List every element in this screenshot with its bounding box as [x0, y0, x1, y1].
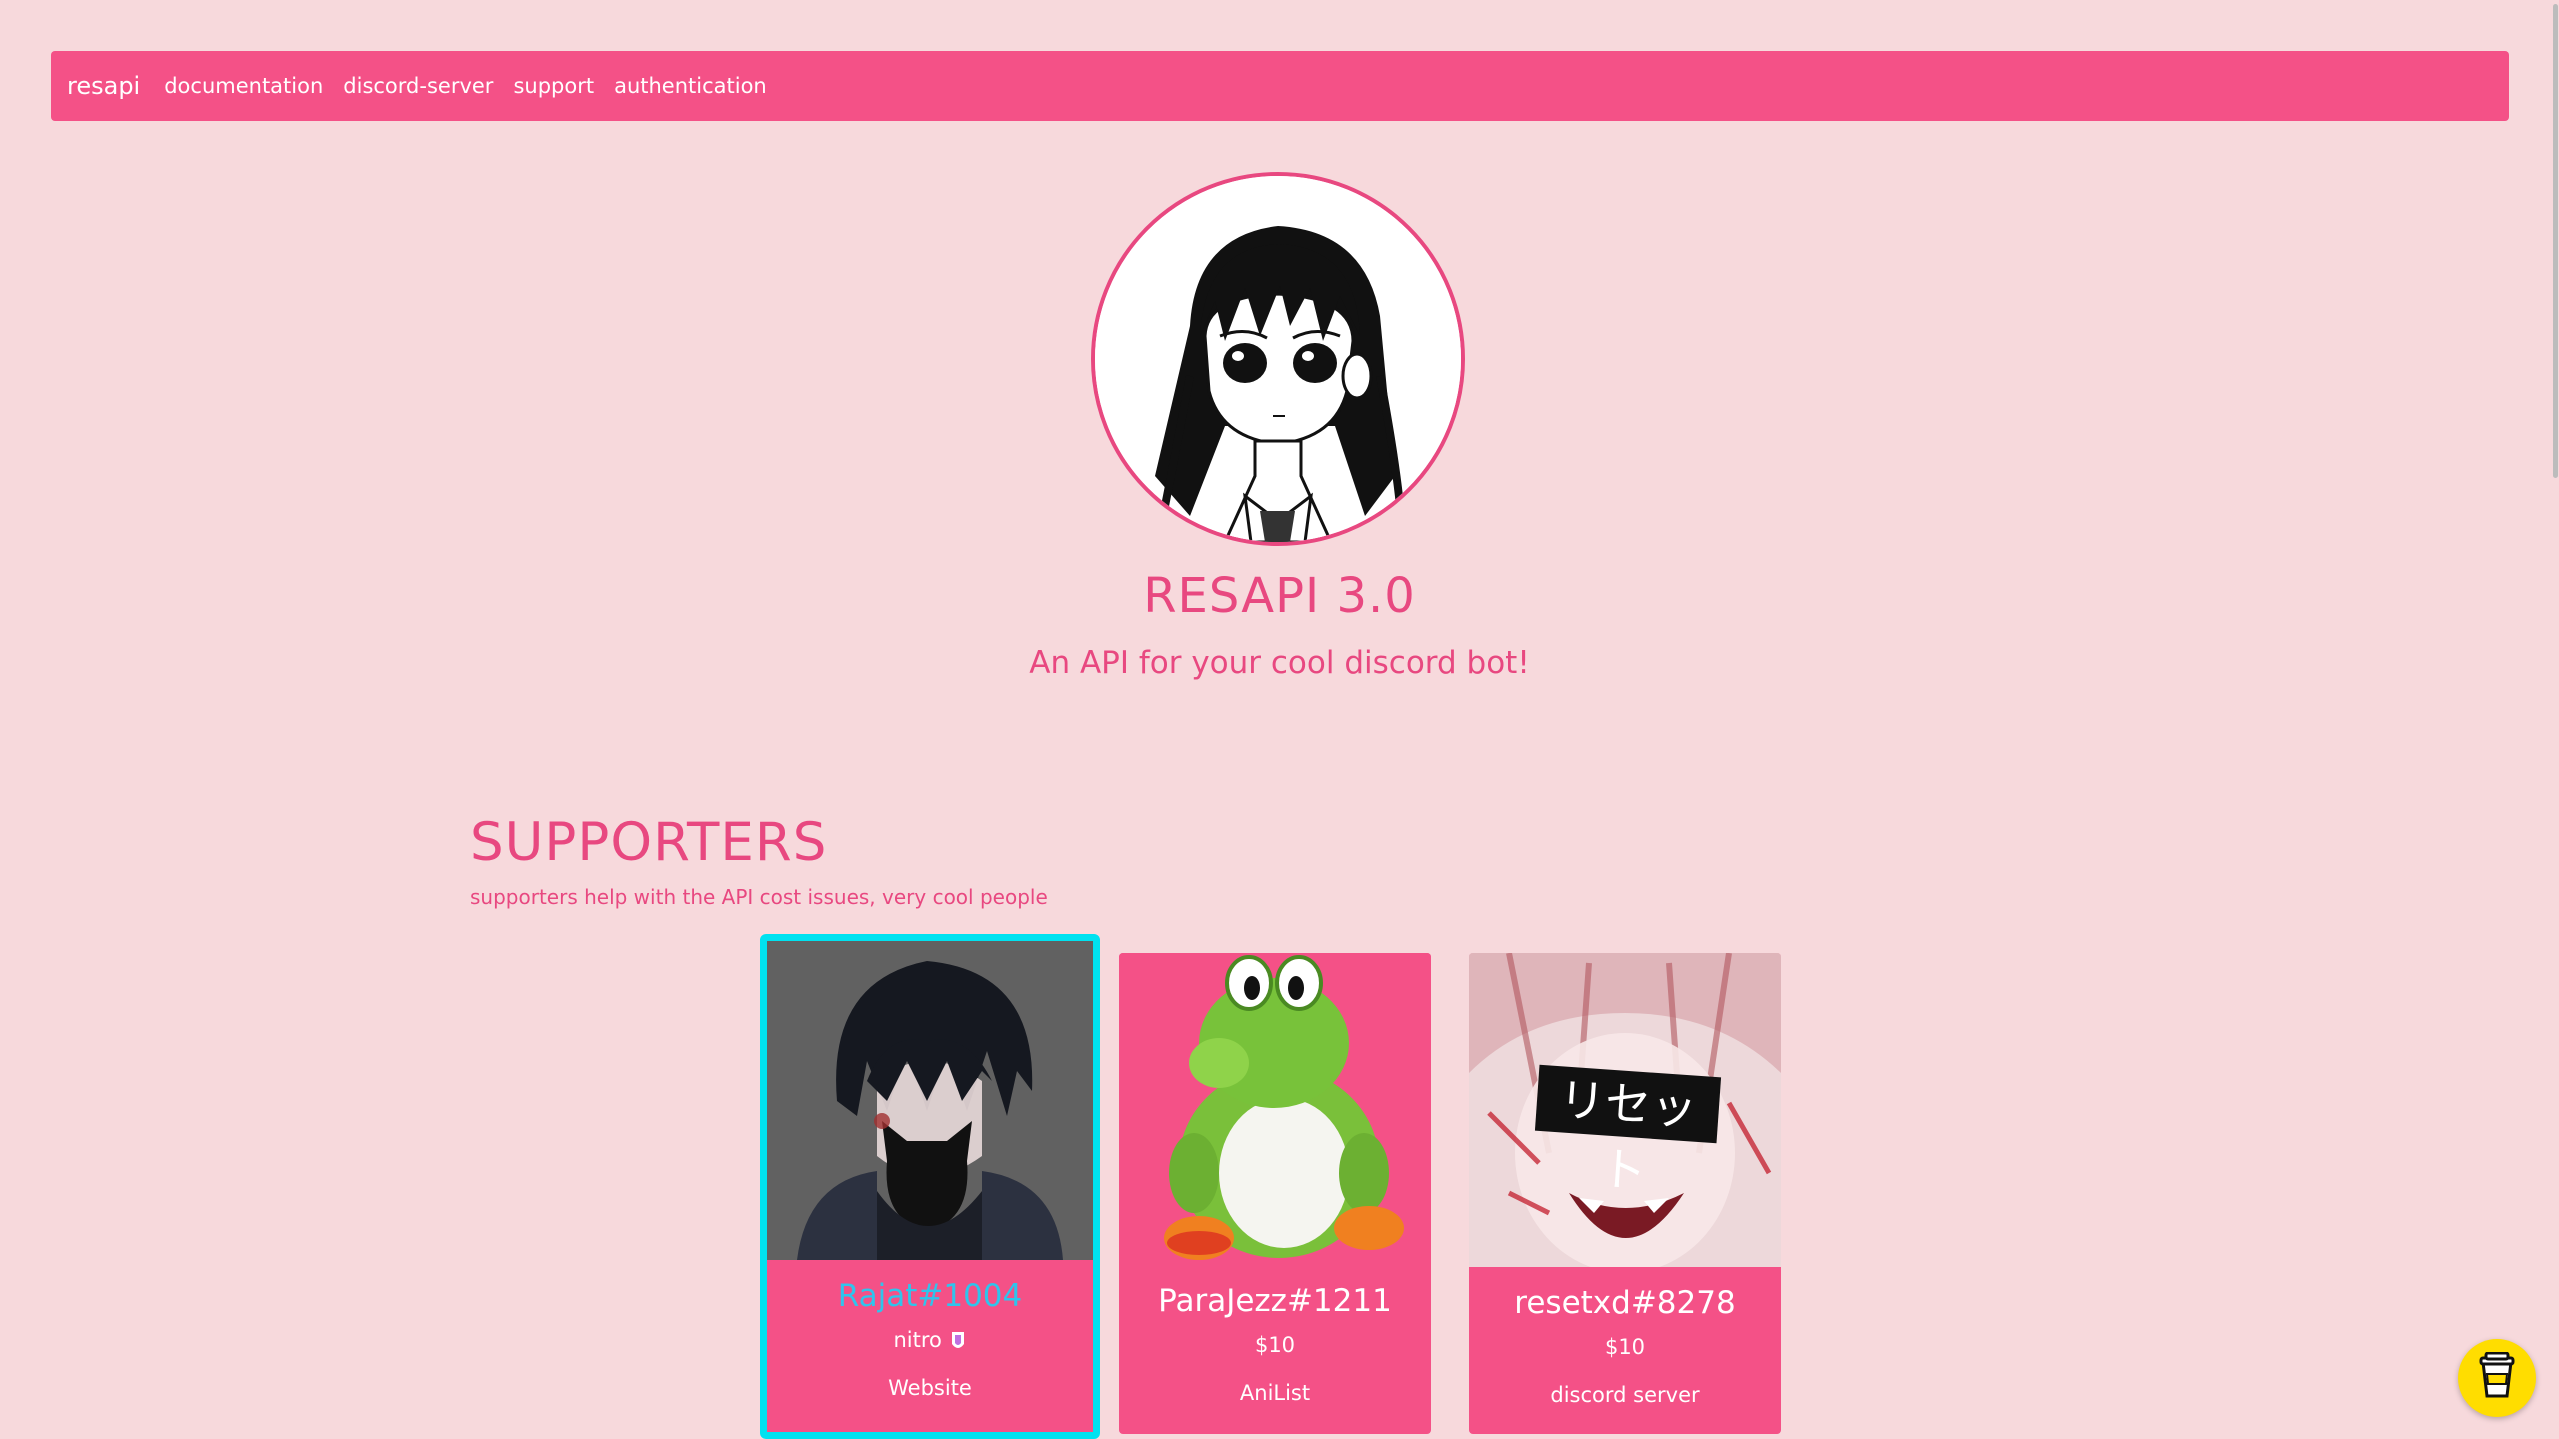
supporter-avatar-rajat: [767, 941, 1093, 1260]
coffee-cup-icon: [2477, 1351, 2517, 1404]
page-scrollbar[interactable]: [2551, 0, 2559, 1439]
supporter-link-anilist[interactable]: AniList: [1119, 1381, 1431, 1405]
anime-girl-avatar-image: [1095, 176, 1461, 542]
hero-avatar: [1091, 172, 1465, 546]
buy-me-a-coffee-button[interactable]: [2458, 1339, 2536, 1417]
censor-bar: リセット: [1534, 1064, 1722, 1198]
nav-link-support[interactable]: support: [513, 74, 594, 98]
supporter-name: Rajat#1004: [837, 1278, 1023, 1314]
supporters-description: supporters help with the API cost issues…: [470, 885, 1048, 909]
supporter-card-parajezz: ParaJezz#1211 $10 AniList: [1119, 953, 1431, 1434]
supporter-name: ParaJezz#1211: [1158, 1283, 1392, 1319]
brand-link[interactable]: resapi: [67, 72, 140, 100]
supporters-heading: SUPPORTERS: [470, 812, 828, 873]
page-title: RESAPI 3.0: [1143, 568, 1416, 624]
supporter-amount: $10: [1604, 1335, 1646, 1359]
supporter-card-resetxd: リセット resetxd#8278 $10 discord server: [1469, 953, 1781, 1434]
supporter-link-discord-server[interactable]: discord server: [1469, 1383, 1781, 1407]
supporter-amount: $10: [1254, 1333, 1296, 1357]
nitro-badge-icon: [949, 1330, 967, 1352]
page-subtitle: An API for your cool discord bot!: [1029, 645, 1530, 681]
nav-link-authentication[interactable]: authentication: [614, 74, 767, 98]
supporter-amount: nitro: [767, 1328, 1093, 1352]
nav-link-discord-server[interactable]: discord-server: [343, 74, 493, 98]
supporter-avatar-parajezz: [1119, 953, 1431, 1265]
supporter-card-rajat: Rajat#1004 nitro Website: [760, 934, 1100, 1439]
scrollbar-thumb[interactable]: [2553, 4, 2558, 478]
nav-link-documentation[interactable]: documentation: [164, 74, 323, 98]
supporter-link-website[interactable]: Website: [767, 1376, 1093, 1400]
navbar: resapi documentation discord-server supp…: [51, 51, 2509, 121]
supporter-name: resetxd#8278: [1514, 1285, 1736, 1321]
